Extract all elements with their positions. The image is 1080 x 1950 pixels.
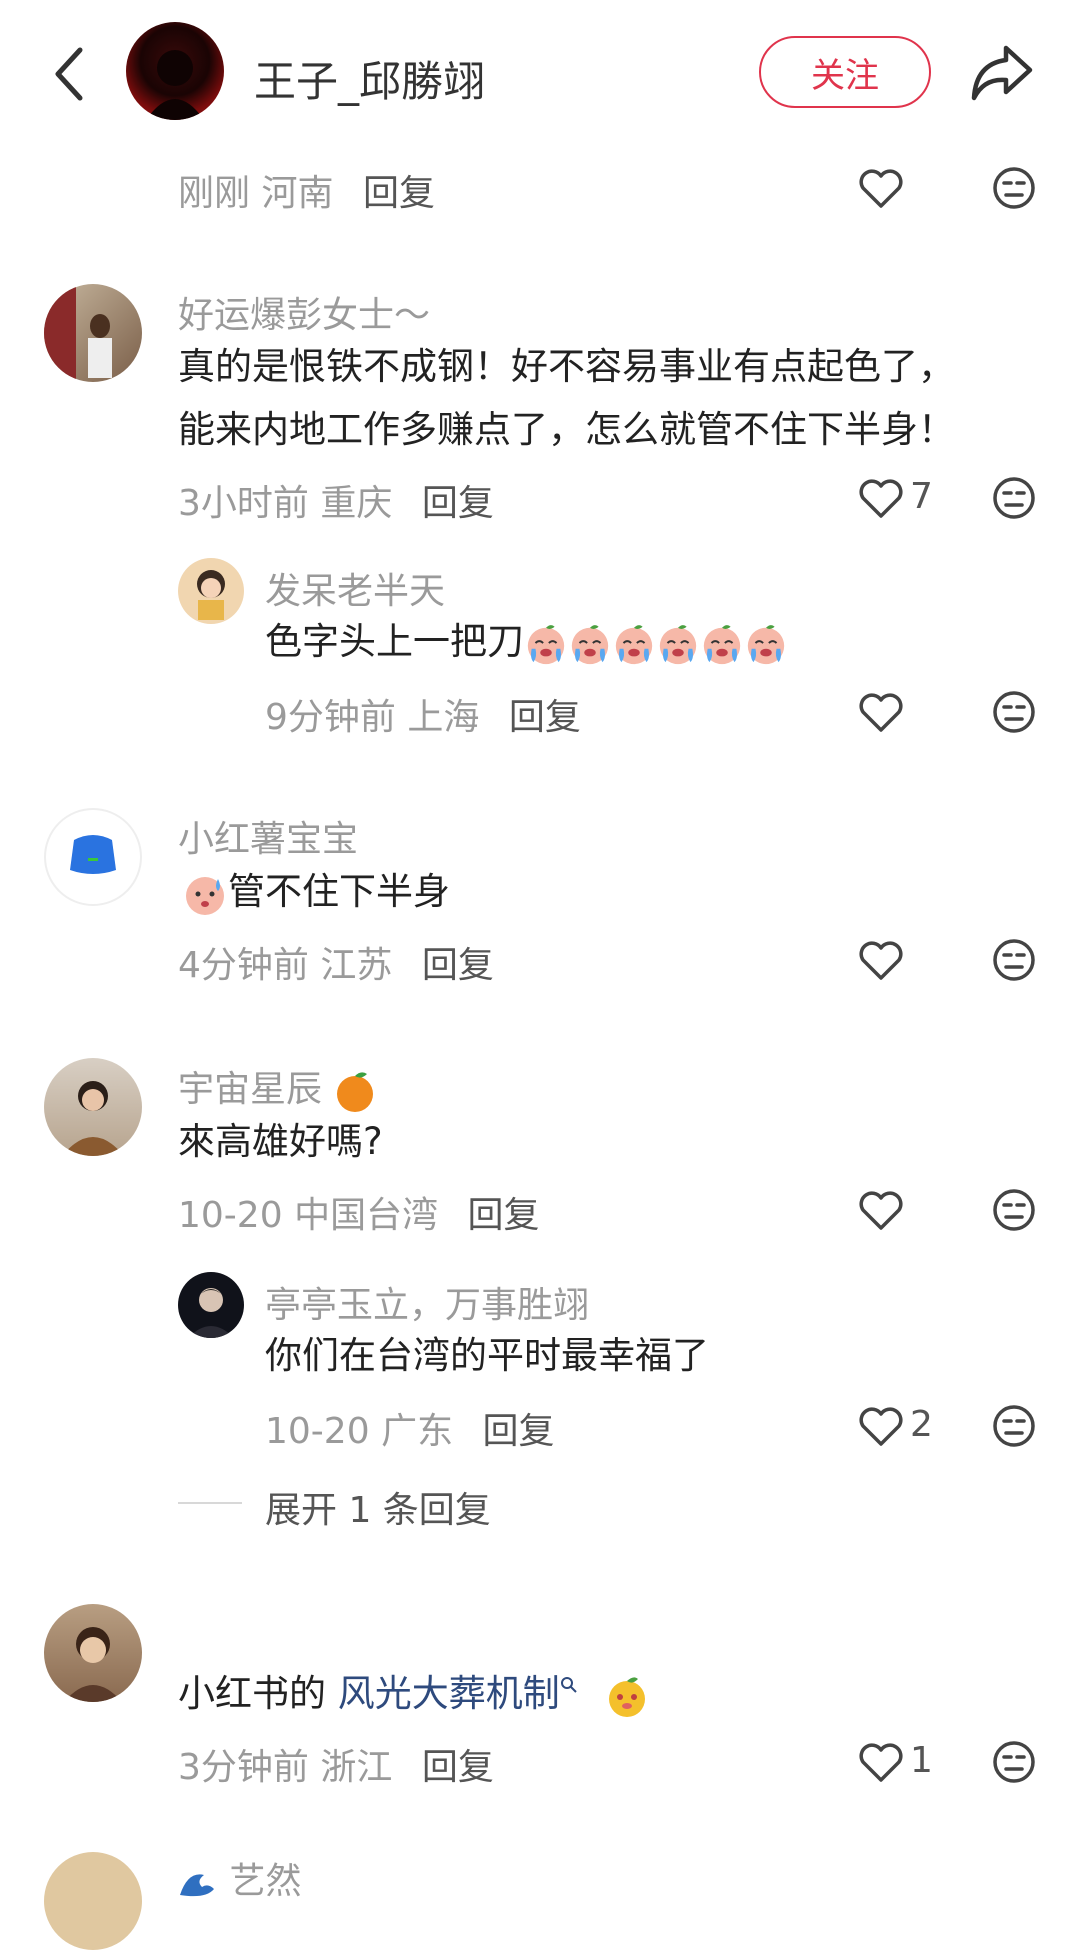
comment-location: 江苏: [320, 945, 393, 986]
dislike-face-icon[interactable]: [992, 476, 1036, 520]
avatar[interactable]: [178, 558, 244, 624]
comment-location: 浙江: [320, 1747, 393, 1788]
comment-meta: 4分钟前 江苏 回复: [178, 936, 494, 988]
avatar[interactable]: [44, 808, 142, 906]
peach-emoji-icon: [608, 1676, 645, 1717]
heart-icon[interactable]: [858, 692, 904, 732]
comment-time: 刚刚: [178, 173, 251, 214]
comment-text-body: 管不住下半身: [228, 870, 450, 913]
comment-text: 來高雄好嗎?: [178, 1120, 383, 1163]
crying-emoji-icon: [747, 624, 785, 664]
heart-icon[interactable]: [858, 1742, 904, 1782]
comment-location: 广东: [381, 1411, 454, 1452]
crying-emoji-icon: [571, 624, 609, 664]
like-count: 1: [910, 1740, 933, 1781]
like-count: 7: [910, 476, 933, 517]
heart-icon[interactable]: [858, 478, 904, 518]
comment-username[interactable]: 小红薯宝宝: [178, 810, 358, 862]
like-count: 2: [910, 1404, 933, 1445]
reply-button[interactable]: 回复: [422, 945, 494, 986]
comment-time: 10-20: [178, 1195, 283, 1236]
orange-emoji-icon: [337, 1072, 374, 1112]
comment-meta: 10-20 中国台湾 回复: [178, 1186, 540, 1238]
top-bar: 王子_邱勝翊 关注: [0, 0, 1080, 150]
dislike-face-icon[interactable]: [992, 1404, 1036, 1448]
dislike-face-icon[interactable]: [992, 690, 1036, 734]
crying-emoji-icon: [703, 624, 741, 664]
comment-text-body: 小红书的: [178, 1672, 338, 1715]
reply-button[interactable]: 回复: [422, 1747, 494, 1788]
crying-emoji-icon: [615, 624, 653, 664]
avatar[interactable]: [44, 284, 142, 382]
comment-time: 3分钟前: [178, 1747, 309, 1788]
dislike-face-icon[interactable]: [992, 166, 1036, 210]
reply-button[interactable]: 回复: [509, 697, 581, 738]
dislike-face-icon[interactable]: [992, 938, 1036, 982]
follow-button[interactable]: 关注: [759, 36, 931, 108]
comment-location: 河南: [261, 173, 334, 214]
search-icon: [560, 1677, 577, 1693]
wave-emoji-icon: [180, 1874, 214, 1897]
dislike-face-icon[interactable]: [992, 1740, 1036, 1784]
comment-meta: 3小时前 重庆 回复: [178, 474, 494, 526]
avatar[interactable]: [44, 1604, 142, 1702]
comment-location: 重庆: [320, 483, 393, 524]
comment-text: 你们在台湾的平时最幸福了: [265, 1334, 709, 1377]
comment-time: 4分钟前: [178, 945, 309, 986]
comment-meta: 刚刚 河南 回复: [178, 164, 435, 216]
back-icon[interactable]: [48, 44, 92, 104]
avatar[interactable]: [178, 1272, 244, 1338]
comment-username[interactable]: 亭亭玉立，万事胜翊: [265, 1276, 589, 1328]
comment-username[interactable]: 宇宙星辰: [178, 1060, 377, 1114]
reply-button[interactable]: 回复: [363, 173, 435, 214]
crying-emoji-icon: [659, 624, 697, 664]
comment-time: 10-20: [265, 1411, 370, 1452]
search-link[interactable]: 风光大葬机制: [338, 1672, 560, 1715]
comment-time: 3小时前: [178, 483, 309, 524]
comment-location: 上海: [407, 697, 480, 738]
share-icon[interactable]: [968, 42, 1034, 104]
crying-emoji-group: [524, 620, 788, 664]
comment-username[interactable]: 艺然: [178, 1852, 301, 1904]
comment-text: 色字头上一把刀: [265, 612, 788, 672]
expand-divider: [178, 1502, 242, 1504]
comment-username-text: 宇宙星辰: [178, 1069, 323, 1110]
comment-username[interactable]: 好运爆彭女士～: [178, 286, 430, 338]
author-avatar[interactable]: [126, 22, 224, 120]
reply-button[interactable]: 回复: [483, 1411, 555, 1452]
comment-meta: 9分钟前 上海 回复: [265, 688, 581, 740]
reply-button[interactable]: 回复: [422, 483, 494, 524]
avatar[interactable]: [44, 1058, 142, 1156]
dislike-face-icon[interactable]: [992, 1188, 1036, 1232]
crying-emoji-icon: [527, 624, 565, 664]
comment-text: 管不住下半身: [178, 862, 450, 922]
sweat-emoji-icon: [186, 876, 224, 915]
comment-username-text: 艺然: [229, 1861, 302, 1902]
heart-icon[interactable]: [858, 1190, 904, 1230]
reply-button[interactable]: 回复: [468, 1195, 540, 1236]
author-name[interactable]: 王子_邱勝翊: [254, 48, 485, 109]
comment-text: 小红书的 风光大葬机制: [178, 1664, 650, 1724]
expand-replies-button[interactable]: 展开 1 条回复: [265, 1481, 491, 1533]
heart-icon[interactable]: [858, 940, 904, 980]
comment-location: 中国台湾: [294, 1195, 439, 1236]
comment-meta: 3分钟前 浙江 回复: [178, 1738, 494, 1790]
heart-icon[interactable]: [858, 1406, 904, 1446]
comment-username[interactable]: 发呆老半天: [265, 562, 445, 614]
comment-text-line: 真的是恨铁不成钢！好不容易事业有点起色了，: [178, 345, 955, 388]
comment-text-line: 能来内地工作多赚点了，怎么就管不住下半身！: [178, 408, 955, 451]
heart-icon[interactable]: [858, 168, 904, 208]
comment-text-body: 色字头上一把刀: [265, 620, 524, 663]
avatar[interactable]: [44, 1852, 142, 1950]
comment-meta: 10-20 广东 回复: [265, 1402, 555, 1454]
comment-time: 9分钟前: [265, 697, 396, 738]
